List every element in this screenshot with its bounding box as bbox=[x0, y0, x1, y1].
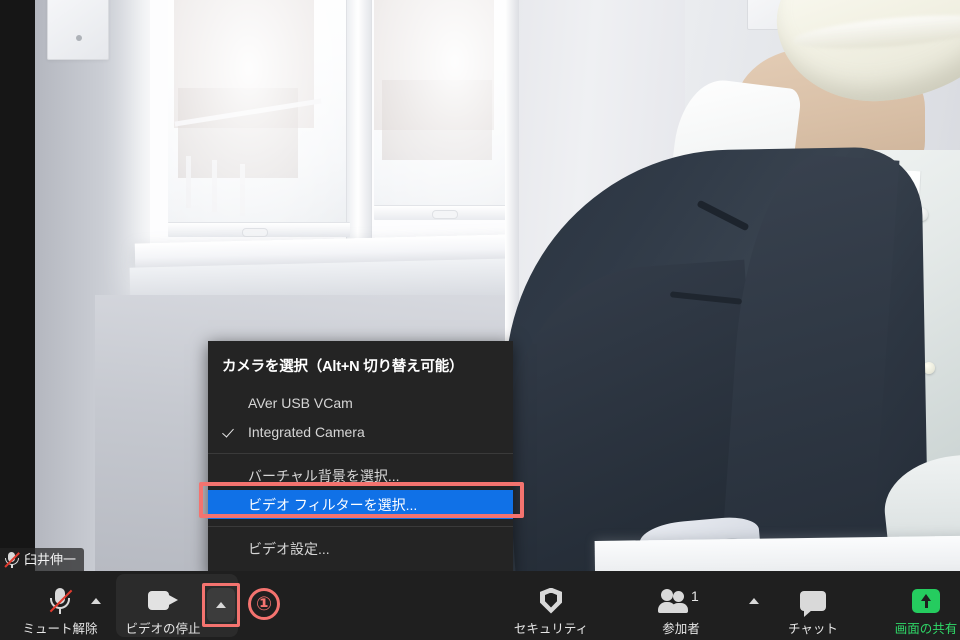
share-screen-up-arrow-icon bbox=[912, 586, 940, 616]
chat-button[interactable]: チャット bbox=[782, 586, 844, 636]
security-button[interactable]: セキュリティ bbox=[510, 586, 592, 636]
microphone-muted-icon bbox=[4, 551, 20, 568]
step-marker-1: ① bbox=[248, 588, 280, 620]
menu-item-select-video-filter[interactable]: ビデオ フィルターを選択... bbox=[208, 490, 513, 519]
share-screen-button[interactable]: 画面の共有 bbox=[890, 586, 960, 636]
menu-separator-2 bbox=[208, 526, 513, 527]
stop-video-button-label: ビデオの停止 bbox=[125, 621, 201, 636]
chevron-up-icon-participants-options[interactable] bbox=[749, 598, 759, 604]
desk-surface bbox=[594, 535, 960, 571]
participant-name: 臼井伸一 bbox=[24, 552, 77, 567]
camera-icon bbox=[148, 586, 178, 616]
stop-video-button[interactable]: ビデオの停止 bbox=[120, 586, 206, 636]
menu-item-select-virtual-background[interactable]: バーチャル背景を選択... bbox=[208, 461, 513, 490]
menu-item-camera-aver-usb-vcam[interactable]: AVer USB VCam bbox=[208, 388, 513, 417]
menu-item-camera-integrated-camera[interactable]: Integrated Camera bbox=[208, 417, 513, 446]
camera-selection-menu[interactable]: カメラを選択（Alt+N 切り替え可能） AVer USB VCam Integ… bbox=[208, 341, 513, 571]
people-icon: 1 bbox=[658, 586, 704, 616]
meeting-toolbar: ミュート解除 ビデオの停止 ① セキュリティ 1 参加者 チャット 画面の共有 bbox=[0, 571, 960, 640]
participant-name-badge: 臼井伸一 bbox=[0, 548, 85, 571]
microphone-muted-icon bbox=[49, 586, 73, 616]
mute-button[interactable]: ミュート解除 bbox=[18, 586, 102, 636]
participants-count: 1 bbox=[691, 587, 699, 604]
participants-button-label: 参加者 bbox=[662, 621, 700, 636]
chevron-up-icon-audio-options[interactable] bbox=[91, 598, 101, 604]
menu-item-video-settings[interactable]: ビデオ設定... bbox=[208, 534, 513, 563]
chat-bubble-icon bbox=[800, 586, 826, 617]
security-button-label: セキュリティ bbox=[513, 621, 589, 636]
zoom-meeting-window: 臼井伸一 カメラを選択（Alt+N 切り替え可能） AVer USB VCam … bbox=[0, 0, 960, 640]
video-stage: 臼井伸一 カメラを選択（Alt+N 切り替え可能） AVer USB VCam … bbox=[0, 0, 960, 571]
camera-menu-title: カメラを選択（Alt+N 切り替え可能） bbox=[222, 359, 464, 375]
share-screen-button-label: 画面の共有 bbox=[894, 621, 958, 636]
mute-button-label: ミュート解除 bbox=[22, 621, 98, 636]
shield-icon bbox=[540, 586, 562, 616]
participants-button[interactable]: 1 参加者 bbox=[638, 586, 724, 636]
chat-button-label: チャット bbox=[788, 621, 838, 636]
menu-separator-1 bbox=[208, 453, 513, 454]
chevron-up-icon-video-options[interactable] bbox=[207, 588, 235, 622]
